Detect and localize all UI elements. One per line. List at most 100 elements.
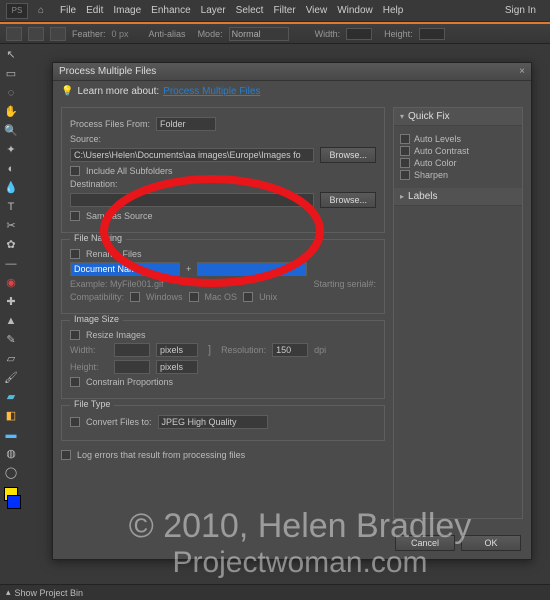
auto-levels-checkbox[interactable] — [400, 134, 410, 144]
height-input[interactable] — [419, 28, 445, 40]
close-icon[interactable]: × — [519, 66, 525, 77]
cancel-button[interactable]: Cancel — [395, 535, 455, 551]
menu-filter[interactable]: Filter — [273, 5, 295, 16]
resize-checkbox[interactable] — [70, 330, 80, 340]
tool-hand[interactable]: ✋ — [2, 103, 20, 120]
tool-shape[interactable]: ▬ — [2, 426, 20, 443]
menu-help[interactable]: Help — [383, 5, 404, 16]
destination-path-input[interactable] — [70, 193, 314, 207]
project-bin-bar[interactable]: ▴ Show Project Bin — [0, 584, 550, 600]
chevron-up-icon: ▴ — [6, 587, 11, 598]
source-browse-button[interactable]: Browse... — [320, 147, 376, 163]
tool-pencil[interactable]: ✎ — [2, 331, 20, 348]
size-width-unit[interactable]: pixels — [156, 343, 198, 357]
tool-zoom[interactable]: 🔍 — [2, 122, 20, 139]
compat-unix-checkbox[interactable] — [243, 292, 253, 302]
rename-files-checkbox[interactable] — [70, 249, 80, 259]
opt-icon-1[interactable] — [6, 27, 22, 41]
opt-icon-2[interactable] — [28, 27, 44, 41]
tool-bucket[interactable]: ▰ — [2, 388, 20, 405]
tool-marquee[interactable]: ▭ — [2, 65, 20, 82]
menu-enhance[interactable]: Enhance — [151, 5, 190, 16]
source-path-input[interactable] — [70, 148, 314, 162]
include-subfolders-label: Include All Subfolders — [86, 166, 173, 176]
tip-text: Learn more about: — [77, 86, 159, 97]
tool-type[interactable]: T — [2, 198, 20, 215]
size-height-input[interactable] — [114, 360, 150, 374]
quick-fix-title: Quick Fix — [408, 111, 450, 122]
tool-straighten[interactable]: ― — [2, 255, 20, 272]
source-label: Source: — [70, 134, 376, 144]
tool-heal[interactable]: ✚ — [2, 293, 20, 310]
tool-lasso[interactable]: ◌ — [2, 84, 20, 101]
convert-checkbox[interactable] — [70, 417, 80, 427]
width-input[interactable] — [346, 28, 372, 40]
tool-crop[interactable]: ✂ — [2, 217, 20, 234]
auto-contrast-label: Auto Contrast — [414, 146, 469, 156]
tool-gradient[interactable]: ◧ — [2, 407, 20, 424]
opt-icon-3[interactable] — [50, 27, 66, 41]
tool-stamp[interactable]: ▲ — [2, 312, 20, 329]
antialias-label: Anti-alias — [149, 29, 186, 39]
process-multiple-dialog: Process Multiple Files × 💡 Learn more ab… — [52, 62, 532, 560]
compat-mac-label: Mac OS — [205, 292, 238, 302]
tool-move[interactable]: ↖ — [2, 46, 20, 63]
height-label: Height: — [384, 29, 413, 39]
sharpen-label: Sharpen — [414, 170, 448, 180]
labels-header[interactable]: ▸Labels — [394, 188, 522, 206]
auto-levels-label: Auto Levels — [414, 134, 461, 144]
process-from-select[interactable]: Folder — [156, 117, 216, 131]
tool-eyedrop[interactable]: 💧 — [2, 179, 20, 196]
quick-fix-header[interactable]: ▾Quick Fix — [394, 108, 522, 126]
name-seg2-select[interactable] — [197, 262, 307, 276]
same-as-source-checkbox[interactable] — [70, 211, 80, 221]
tool-eraser[interactable]: ▱ — [2, 350, 20, 367]
compat-win-label: Windows — [146, 292, 183, 302]
background-swatch[interactable] — [7, 495, 21, 509]
destination-browse-button[interactable]: Browse... — [320, 192, 376, 208]
menu-image[interactable]: Image — [113, 5, 141, 16]
dialog-titlebar[interactable]: Process Multiple Files × — [53, 63, 531, 81]
feather-label: Feather: — [72, 29, 106, 39]
menu-view[interactable]: View — [306, 5, 328, 16]
mode-select[interactable]: Normal — [229, 27, 289, 41]
compat-win-checkbox[interactable] — [130, 292, 140, 302]
width-label: Width: — [315, 29, 341, 39]
resolution-select[interactable]: 150 — [272, 343, 308, 357]
tool-brush[interactable]: 🖌 — [2, 369, 20, 386]
file-type-legend: File Type — [70, 399, 114, 409]
sign-in-link[interactable]: Sign In — [505, 5, 536, 16]
tip-bar: 💡 Learn more about: Process Multiple Fil… — [53, 81, 531, 101]
tool-quick-sel[interactable]: ◐ — [2, 160, 20, 177]
log-errors-checkbox[interactable] — [61, 450, 71, 460]
menu-select[interactable]: Select — [236, 5, 264, 16]
size-height-unit[interactable]: pixels — [156, 360, 198, 374]
project-bin-label: Show Project Bin — [15, 588, 84, 598]
menu-window[interactable]: Window — [337, 5, 373, 16]
menu-items: File Edit Image Enhance Layer Select Fil… — [60, 5, 403, 16]
app-logo: PS — [6, 3, 28, 19]
tip-link[interactable]: Process Multiple Files — [163, 86, 260, 97]
tool-sponge[interactable]: ◍ — [2, 445, 20, 462]
tool-wand[interactable]: ✦ — [2, 141, 20, 158]
sharpen-checkbox[interactable] — [400, 170, 410, 180]
auto-contrast-checkbox[interactable] — [400, 146, 410, 156]
tool-redeye[interactable]: ◉ — [2, 274, 20, 291]
ok-button[interactable]: OK — [461, 535, 521, 551]
compat-mac-checkbox[interactable] — [189, 292, 199, 302]
home-icon[interactable]: ⌂ — [32, 3, 50, 19]
size-width-input[interactable] — [114, 343, 150, 357]
format-select[interactable]: JPEG High Quality — [158, 415, 268, 429]
resize-label: Resize Images — [86, 330, 146, 340]
include-subfolders-checkbox[interactable] — [70, 166, 80, 176]
menu-edit[interactable]: Edit — [86, 5, 103, 16]
constrain-checkbox[interactable] — [70, 377, 80, 387]
menu-file[interactable]: File — [60, 5, 76, 16]
auto-color-checkbox[interactable] — [400, 158, 410, 168]
tool-cookie[interactable]: ✿ — [2, 236, 20, 253]
name-seg1-select[interactable]: Document Name — [70, 262, 180, 276]
menu-bar: PS ⌂ File Edit Image Enhance Layer Selec… — [0, 0, 550, 22]
tool-blur[interactable]: ◯ — [2, 464, 20, 481]
quick-fix-panel: ▾Quick Fix Auto Levels Auto Contrast Aut… — [393, 107, 523, 519]
menu-layer[interactable]: Layer — [201, 5, 226, 16]
